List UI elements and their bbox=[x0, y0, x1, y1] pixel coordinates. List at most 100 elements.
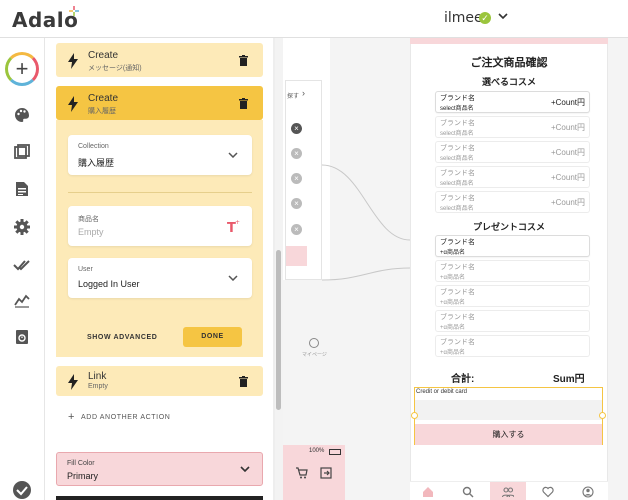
trash-icon[interactable] bbox=[239, 98, 248, 109]
fill-color-label: Fill Color bbox=[67, 460, 95, 467]
trash-icon[interactable] bbox=[239, 376, 248, 387]
close-icon[interactable]: × bbox=[291, 173, 302, 184]
item-name: +α商品名 bbox=[440, 300, 465, 306]
action-create-message[interactable]: Create メッセージ(通知) bbox=[56, 43, 263, 77]
list-item[interactable]: ブランド名 select商品名 +Count円 bbox=[436, 142, 589, 162]
user-icon bbox=[309, 338, 319, 348]
close-icon[interactable]: × bbox=[291, 148, 302, 159]
help-check-icon[interactable] bbox=[13, 481, 31, 499]
product-name-label: 商品名 bbox=[78, 216, 99, 223]
brand-name: ブランド名 bbox=[440, 339, 475, 346]
resize-handle-left[interactable] bbox=[411, 412, 418, 419]
profile-icon bbox=[582, 486, 594, 498]
chevron-right-icon: › bbox=[302, 88, 305, 98]
list-item[interactable]: ブランド名 select商品名 +Count円 bbox=[436, 117, 589, 137]
chevron-down-icon bbox=[240, 466, 250, 472]
top-bar: Adalo ilmee ✓ bbox=[0, 0, 628, 38]
fill-color-select[interactable]: Fill Color Primary bbox=[56, 452, 263, 486]
user-menu-chevron-icon[interactable] bbox=[498, 9, 508, 23]
product-name-field[interactable]: 商品名 Empty T + bbox=[68, 206, 252, 246]
form-divider bbox=[68, 192, 252, 193]
done-button[interactable]: DONE bbox=[183, 327, 242, 347]
tab-profile[interactable] bbox=[570, 482, 606, 500]
panel-scrollbar-thumb[interactable] bbox=[276, 250, 281, 410]
settings-gear-icon[interactable] bbox=[13, 218, 31, 236]
list-item[interactable]: ブランド名 +α商品名 bbox=[436, 261, 589, 281]
users-icon bbox=[502, 487, 514, 498]
lightning-icon bbox=[68, 53, 78, 69]
list-item[interactable]: ブランド名 +α商品名 bbox=[436, 336, 589, 356]
mypage-tab[interactable]: マイページ bbox=[298, 338, 328, 362]
item-name: select商品名 bbox=[440, 181, 474, 187]
show-advanced-button[interactable]: SHOW ADVANCED bbox=[87, 334, 157, 341]
screens-icon[interactable] bbox=[13, 143, 31, 161]
product-name-placeholder: Empty bbox=[78, 227, 104, 237]
list-item[interactable]: ブランド名 +α商品名 bbox=[436, 286, 589, 306]
tab-users[interactable] bbox=[490, 482, 526, 500]
item-count: +Count円 bbox=[550, 98, 585, 107]
item-name: select商品名 bbox=[440, 156, 474, 162]
palette-icon[interactable] bbox=[13, 106, 31, 124]
page-title: ご注文商品確認 bbox=[470, 56, 548, 69]
credit-card-field[interactable] bbox=[415, 400, 602, 420]
home-icon bbox=[423, 487, 433, 497]
close-icon[interactable]: × bbox=[291, 198, 302, 209]
publish-check-icon[interactable] bbox=[13, 256, 31, 274]
action-form: Collection 購入履歴 商品名 Empty T + User Logged… bbox=[56, 120, 263, 357]
analytics-chart-icon[interactable] bbox=[13, 291, 31, 309]
next-property-bar bbox=[56, 496, 263, 500]
item-count: +Count円 bbox=[550, 198, 585, 207]
magic-text-icon[interactable]: T + bbox=[226, 219, 240, 233]
section-title-present: プレゼントコスメ bbox=[472, 223, 545, 233]
logo-spark-icon bbox=[69, 6, 79, 16]
action-link[interactable]: Link Empty bbox=[56, 366, 263, 396]
tab-search[interactable] bbox=[450, 482, 486, 500]
close-icon[interactable]: × bbox=[291, 224, 302, 235]
credit-card-label: Credit or debit card bbox=[416, 389, 468, 395]
screen-preview-bottom[interactable]: 100% bbox=[283, 445, 345, 500]
list-item[interactable]: ブランド名 +α商品名 bbox=[436, 236, 589, 256]
purchase-button[interactable]: 購入する bbox=[415, 424, 602, 445]
version-history-icon[interactable] bbox=[13, 328, 31, 346]
close-icon[interactable]: × bbox=[291, 123, 302, 134]
action-create-purchase-history[interactable]: Create 購入履歴 bbox=[56, 86, 263, 120]
trash-icon[interactable] bbox=[239, 55, 248, 66]
action-title: Create bbox=[88, 93, 119, 104]
collection-label: Collection bbox=[78, 143, 109, 150]
mypage-label: マイページ bbox=[302, 352, 327, 358]
list-item[interactable]: ブランド名 +α商品名 bbox=[436, 311, 589, 331]
brand-name: ブランド名 bbox=[440, 314, 475, 321]
add-another-action-button[interactable]: + ADD ANOTHER ACTION bbox=[68, 411, 170, 423]
battery-percent: 100% bbox=[309, 448, 325, 454]
brand-name: ブランド名 bbox=[440, 120, 475, 127]
tab-favorites[interactable] bbox=[530, 482, 566, 500]
total-label: 合計: bbox=[451, 374, 475, 385]
brand-name: ブランド名 bbox=[440, 145, 475, 152]
plus-icon: + bbox=[68, 411, 76, 423]
item-name: +α商品名 bbox=[440, 275, 465, 281]
collection-select[interactable]: Collection 購入履歴 bbox=[68, 135, 252, 175]
list-item[interactable]: ブランド名 select商品名 +Count円 bbox=[436, 192, 589, 212]
lightning-icon bbox=[68, 374, 78, 390]
list-item[interactable]: ブランド名 select商品名 +Count円 bbox=[436, 167, 589, 187]
action-subtitle: メッセージ(通知) bbox=[88, 65, 142, 72]
actions-panel: Create メッセージ(通知) Create 購入履歴 Collection … bbox=[45, 38, 273, 500]
svg-text:+: + bbox=[235, 219, 240, 226]
user-name[interactable]: ilmee bbox=[444, 10, 483, 26]
action-title: Link bbox=[88, 371, 107, 382]
item-name: +α商品名 bbox=[440, 350, 465, 356]
resize-handle-right[interactable] bbox=[599, 412, 606, 419]
item-name: +α商品名 bbox=[440, 325, 465, 331]
mini-pink-button[interactable] bbox=[286, 246, 307, 266]
add-component-button[interactable]: + bbox=[5, 52, 39, 86]
item-name: +α商品名 bbox=[440, 250, 465, 256]
tab-home[interactable] bbox=[410, 482, 446, 500]
user-select[interactable]: User Logged In User bbox=[68, 258, 252, 298]
brand-name: ブランド名 bbox=[440, 264, 475, 271]
collection-value: 購入履歴 bbox=[78, 158, 115, 168]
item-count: +Count円 bbox=[550, 148, 585, 157]
database-icon[interactable] bbox=[13, 180, 31, 198]
list-item[interactable]: ブランド名 select商品名 +Count円 bbox=[436, 92, 589, 112]
brand-name: ブランド名 bbox=[440, 289, 475, 296]
action-subtitle: 購入履歴 bbox=[88, 108, 116, 115]
